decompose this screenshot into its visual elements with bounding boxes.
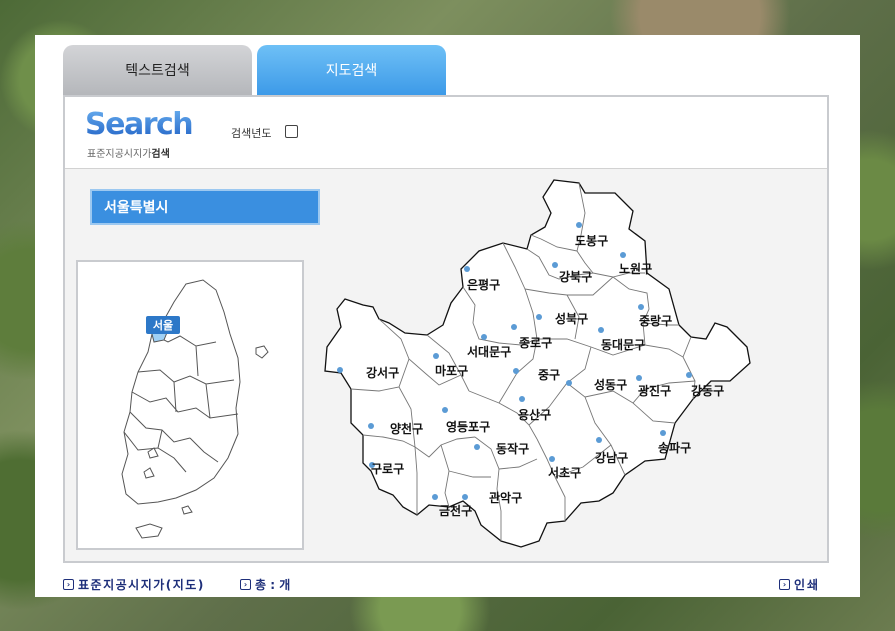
district-dot (368, 423, 374, 429)
district-dot (660, 430, 666, 436)
district-label: 광진구 (638, 383, 671, 398)
district-dot (686, 372, 692, 378)
korea-overview-map: 서울 (76, 260, 304, 550)
footer-map-link-label: 표준지공시지가(지도) (78, 578, 205, 592)
tab-map-search[interactable]: 지도검색 (257, 45, 446, 95)
district-dot (620, 252, 626, 258)
district-dot (432, 494, 438, 500)
district-20[interactable]: 구로구 (369, 462, 404, 476)
district-dot (549, 456, 555, 462)
district-label: 양천구 (390, 421, 423, 436)
search-subtitle-bold: 검색 (151, 149, 170, 160)
island-ulleung (255, 345, 269, 359)
district-label: 노원구 (619, 262, 652, 276)
district-dot (552, 262, 558, 268)
district-label: 송파구 (658, 440, 691, 455)
district-label: 금천구 (439, 503, 472, 518)
search-panel: 텍스트검색 지도검색 Search 표준지공시지가검색 검색년도 서울특별시 서… (35, 35, 860, 597)
district-label: 강남구 (595, 450, 628, 465)
district-label: 서초구 (548, 465, 581, 480)
district-dot (511, 324, 517, 330)
district-label: 도봉구 (575, 234, 608, 248)
district-label: 중구 (538, 368, 560, 382)
search-subtitle: 표준지공시지가검색 (87, 145, 170, 160)
search-subtitle-normal: 표준지공시지가 (87, 149, 152, 160)
seoul-district-map: 도봉구노원구강북구은평구성북구 중랑구종로구서대문구 동대문구강서구 마포구 중구성동구… (324, 179, 751, 548)
search-year-checkbox[interactable] (285, 125, 298, 138)
district-label: 중랑구 (639, 314, 672, 328)
district-label: 성동구 (594, 378, 627, 392)
district-label: 성북구 (555, 312, 588, 326)
district-dot (519, 396, 525, 402)
district-label: 강북구 (559, 270, 592, 284)
tab-text-search[interactable]: 텍스트검색 (63, 45, 252, 95)
map-search-content: Search 표준지공시지가검색 검색년도 서울특별시 서울 도봉구 노원구 강… (63, 95, 829, 563)
arrow-right-icon: › (779, 579, 790, 590)
district-label: 용산구 (518, 407, 551, 422)
district-dot (462, 494, 468, 500)
island-south (181, 505, 193, 515)
district-dot (442, 407, 448, 413)
district-19[interactable]: 송파구 (658, 430, 691, 455)
district-dot (474, 444, 480, 450)
print-button-label: 인쇄 (794, 578, 821, 592)
footer-map-link[interactable]: › 표준지공시지가(지도) (63, 576, 205, 593)
print-button[interactable]: › 인쇄 (779, 576, 820, 593)
jeju-island (135, 523, 163, 539)
district-dot (566, 380, 572, 386)
district-label: 구로구 (371, 462, 404, 476)
district-dot (513, 368, 519, 374)
district-label: 은평구 (467, 278, 500, 292)
footer-bar: › 표준지공시지가(지도) › 총 : 개 › 인쇄 (35, 574, 860, 594)
district-label: 종로구 (519, 336, 552, 350)
district-dot (536, 314, 542, 320)
district-label: 영등포구 (446, 419, 490, 434)
district-dot (596, 437, 602, 443)
district-label: 동작구 (496, 441, 529, 456)
search-header: Search 표준지공시지가검색 검색년도 (65, 97, 827, 169)
korea-map-svg: 서울 (121, 279, 269, 539)
search-year-label: 검색년도 (231, 127, 272, 140)
district-dot (433, 353, 439, 359)
district-label: 서대문구 (467, 344, 511, 359)
district-label: 동대문구 (601, 338, 645, 352)
district-dot (636, 375, 642, 381)
district-label: 마포구 (435, 363, 468, 378)
district-label: 강서구 (366, 365, 399, 380)
search-logo: Search (85, 107, 194, 142)
arrow-right-icon: › (240, 579, 251, 590)
district-label: 강동구 (691, 384, 724, 398)
district-label: 관악구 (489, 490, 522, 505)
district-dot (598, 327, 604, 333)
district-dot (481, 334, 487, 340)
city-select[interactable]: 서울특별시 (90, 189, 320, 225)
district-dot (576, 222, 582, 228)
district-dot (638, 304, 644, 310)
district-dot (337, 367, 343, 373)
footer-total: › 총 : 개 (240, 576, 290, 593)
seoul-label: 서울 (153, 318, 173, 332)
footer-total-label: 총 : 개 (255, 578, 291, 592)
district-dot (464, 266, 470, 272)
korea-outline (121, 279, 241, 505)
arrow-right-icon: › (63, 579, 74, 590)
